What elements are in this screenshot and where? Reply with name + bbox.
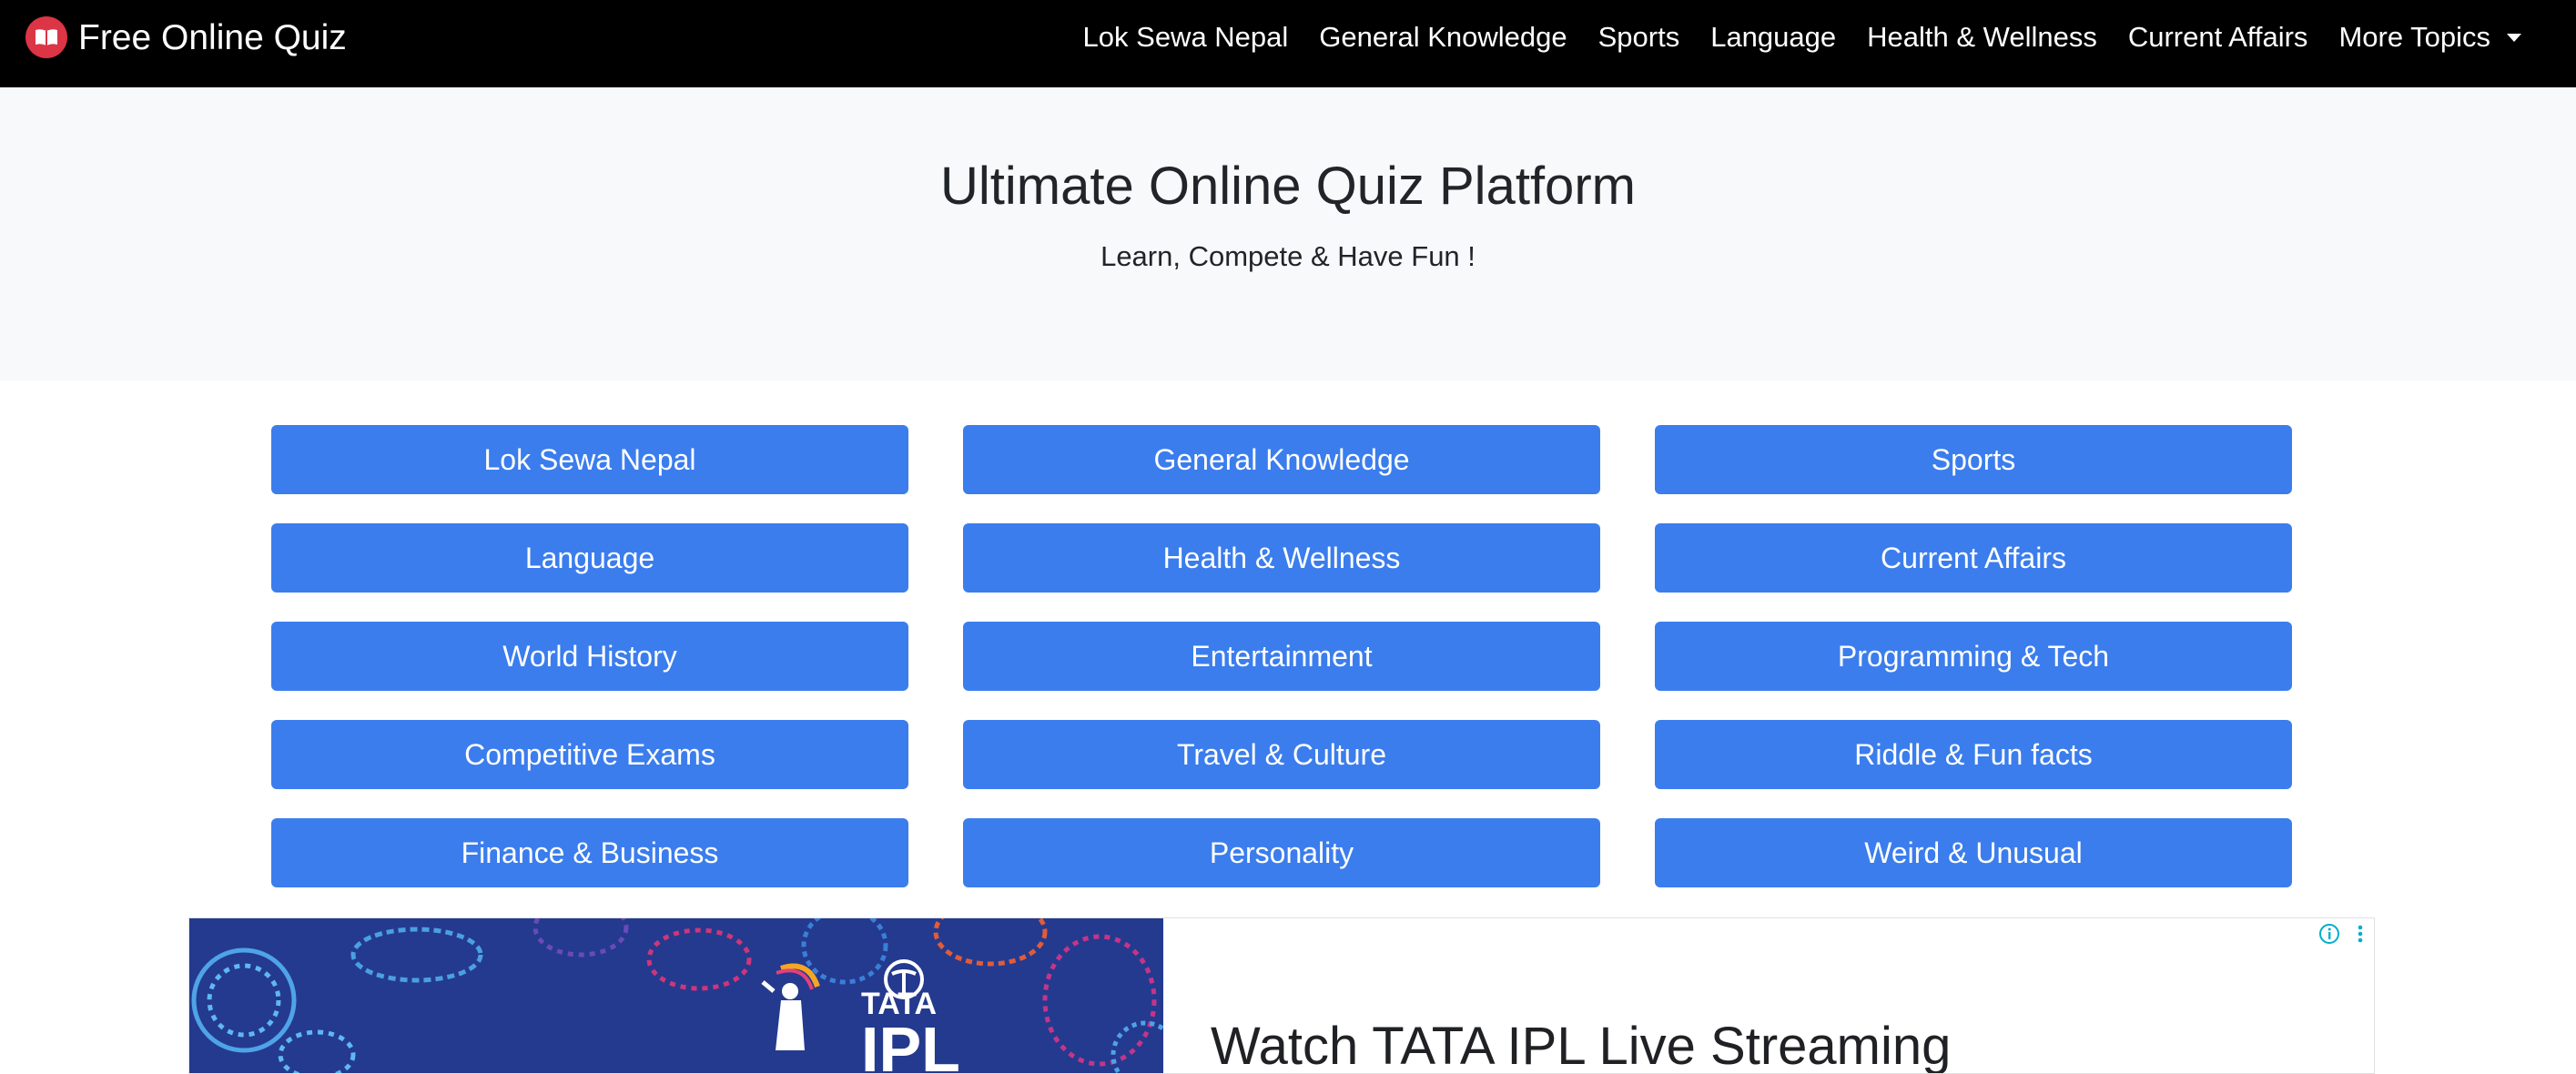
nav-link-general-knowledge[interactable]: General Knowledge — [1319, 23, 1567, 51]
hero-section: Ultimate Online Quiz Platform Learn, Com… — [0, 87, 2576, 380]
nav-link-lok-sewa-nepal[interactable]: Lok Sewa Nepal — [1083, 23, 1289, 51]
category-button-competitive-exams[interactable]: Competitive Exams — [271, 720, 908, 789]
ad-headline[interactable]: Watch TATA IPL Live Streaming — [1211, 1020, 1951, 1073]
category-button-health-wellness[interactable]: Health & Wellness — [963, 523, 1600, 593]
nav-link-current-affairs[interactable]: Current Affairs — [2128, 23, 2308, 51]
category-button-sports[interactable]: Sports — [1655, 425, 2292, 494]
more-topics-label: More Topics — [2338, 20, 2490, 53]
category-button-lok-sewa-nepal[interactable]: Lok Sewa Nepal — [271, 425, 908, 494]
category-button-world-history[interactable]: World History — [271, 622, 908, 691]
ad-artwork: TATA IPL — [189, 918, 1163, 1073]
book-icon — [25, 16, 67, 58]
nav-links: Lok Sewa Nepal General Knowledge Sports … — [1083, 0, 2521, 73]
nav-link-sports[interactable]: Sports — [1598, 23, 1680, 51]
navbar: Free Online Quiz Lok Sewa Nepal General … — [0, 0, 2576, 87]
info-icon[interactable] — [2317, 922, 2341, 946]
category-button-current-affairs[interactable]: Current Affairs — [1655, 523, 2292, 593]
hero-subtitle: Learn, Compete & Have Fun ! — [1100, 240, 1476, 272]
category-button-programming-tech[interactable]: Programming & Tech — [1655, 622, 2292, 691]
category-button-entertainment[interactable]: Entertainment — [963, 622, 1600, 691]
category-button-personality[interactable]: Personality — [963, 818, 1600, 887]
caret-down-icon — [2507, 33, 2521, 42]
category-button-finance-business[interactable]: Finance & Business — [271, 818, 908, 887]
category-button-travel-culture[interactable]: Travel & Culture — [963, 720, 1600, 789]
category-button-language[interactable]: Language — [271, 523, 908, 593]
nav-link-language[interactable]: Language — [1710, 23, 1836, 51]
category-button-weird-unusual[interactable]: Weird & Unusual — [1655, 818, 2292, 887]
ad-logo-ipl: IPL — [861, 1014, 960, 1073]
category-grid: Lok Sewa Nepal General Knowledge Sports … — [271, 425, 2292, 887]
category-button-general-knowledge[interactable]: General Knowledge — [963, 425, 1600, 494]
hero-title: Ultimate Online Quiz Platform — [940, 157, 1636, 216]
advertisement[interactable]: TATA IPL Watch TATA IPL Live Streaming — [188, 917, 2375, 1074]
nav-link-health-wellness[interactable]: Health & Wellness — [1867, 23, 2097, 51]
kebab-menu-icon[interactable] — [2354, 922, 2367, 947]
category-button-riddle-fun-facts[interactable]: Riddle & Fun facts — [1655, 720, 2292, 789]
more-topics-dropdown[interactable]: More Topics — [2338, 23, 2521, 51]
brand-link[interactable]: Free Online Quiz — [25, 16, 347, 58]
brand-name: Free Online Quiz — [78, 17, 347, 57]
ad-image-tata-ipl[interactable]: TATA IPL — [189, 918, 1163, 1073]
